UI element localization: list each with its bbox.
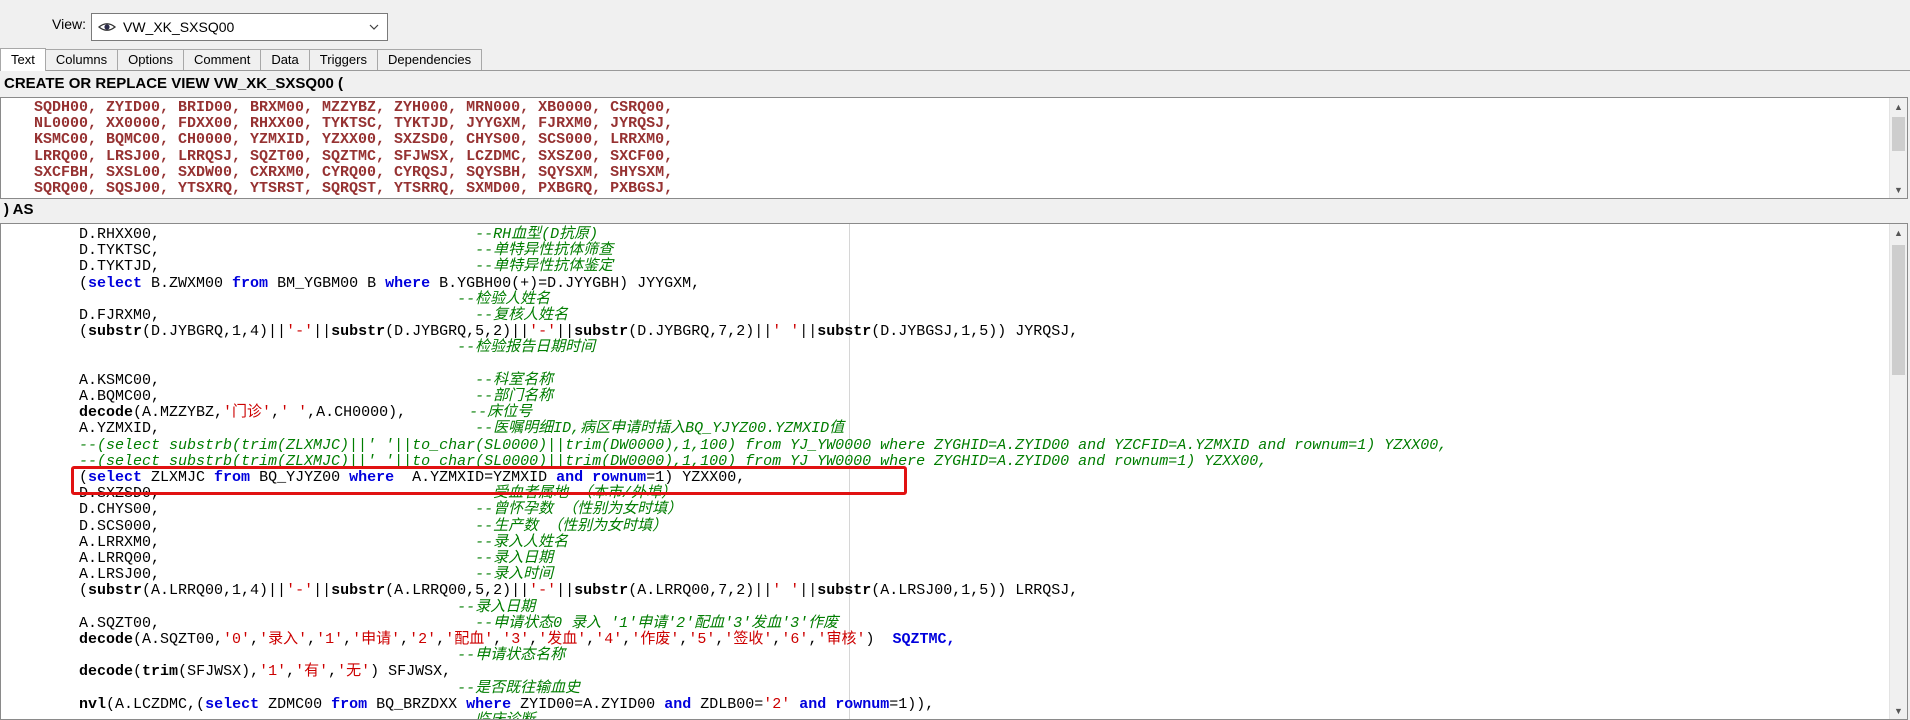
code-line: decode(A.MZZYBZ,'门诊',' ',A.CH0000), --床位… bbox=[79, 404, 533, 422]
column-line: KSMC00, BQMC00, CH0000, YZMXID, YZXX00, … bbox=[34, 131, 674, 149]
scroll-down-icon[interactable]: ▼ bbox=[1890, 181, 1907, 198]
tab-bar: Text Columns Options Comment Data Triggers Dep… bbox=[0, 48, 1910, 71]
column-line: NL0000, XX0000, FDXX00, RHXX00, TYKTSC, … bbox=[34, 115, 674, 133]
code-line: A.LRRQ00, --录入日期 bbox=[7, 550, 554, 568]
code-line: --(select substrb(trim(ZLXMJC)||' '||to_… bbox=[7, 436, 1448, 454]
create-view-header: CREATE OR REPLACE VIEW VW_XK_SXSQ00 ( bbox=[4, 75, 343, 92]
code-text: D.RHXX00, --RH血型(D抗原) D.TYKTSC, --单特异性抗体… bbox=[1, 224, 1907, 719]
code-scrollbar[interactable]: ▲ ▼ bbox=[1889, 224, 1907, 719]
tab-options[interactable]: Options bbox=[117, 49, 184, 70]
code-line: decode(trim(SFJWSX),'1','有','无') SFJWSX, bbox=[79, 663, 452, 681]
code-line: --(select substrb(trim(ZLXMJC)||' '||to_… bbox=[7, 452, 1268, 470]
columns-editor[interactable]: SQDH00, ZYID00, BRID00, BRXM00, MZZYBZ, … bbox=[0, 97, 1908, 199]
scroll-down-icon[interactable]: ▼ bbox=[1890, 702, 1907, 719]
scroll-thumb[interactable] bbox=[1892, 245, 1905, 375]
code-line: (select B.ZWXM00 from BM_YGBM00 B where … bbox=[7, 274, 701, 292]
tab-columns[interactable]: Columns bbox=[44, 49, 119, 70]
code-line: D.TYKTJD, --单特异性抗体鉴定 bbox=[7, 258, 614, 276]
code-line: D.RHXX00, --RH血型(D抗原) bbox=[7, 226, 599, 243]
tab-data[interactable]: Data bbox=[260, 49, 310, 70]
code-line: A.SQZT00, --申请状态0 录入 '1'申请'2'配血'3'发血'3'作… bbox=[7, 614, 839, 632]
tab-text[interactable]: Text bbox=[0, 48, 46, 71]
code-line: D.SCS000, --生产数 （性别为女时填） bbox=[7, 517, 668, 535]
column-line: SQDH00, ZYID00, BRID00, BRXM00, MZZYBZ, … bbox=[34, 99, 674, 116]
code-line: --录入日期 bbox=[457, 598, 536, 616]
code-line: decode(A.SQZT00,'0','录入','1','申请','2','配… bbox=[79, 631, 956, 649]
column-line: SQRQ00, SQSJ00, YTSXRQ, YTSRST, SQRQST, … bbox=[34, 180, 674, 198]
column-line: SXCFBH, SXSL00, SXDW00, CXRXM0, CYRQ00, … bbox=[34, 163, 674, 181]
code-line: (substr(A.LRRQ00,1,4)||'-'||substr(A.LRR… bbox=[7, 582, 1079, 600]
code-line: --临床诊断 bbox=[7, 712, 1907, 719]
view-combobox[interactable]: VW_XK_SXSQ00 bbox=[91, 13, 388, 41]
code-line: A.LRSJ00, --录入时间 bbox=[7, 566, 554, 584]
tab-dependencies[interactable]: Dependencies bbox=[376, 49, 483, 70]
scroll-thumb[interactable] bbox=[1892, 117, 1905, 151]
code-line: D.FJRXM0, --复核人姓名 bbox=[7, 307, 569, 325]
scroll-up-icon[interactable]: ▲ bbox=[1890, 98, 1907, 115]
code-line: A.YZMXID, --医嘱明细ID,病区申请时插入BQ_YJYZ00.YZMX… bbox=[7, 420, 845, 438]
code-line: nvl(A.LCZDMC,(select ZDMC00 from BQ_BRZD… bbox=[79, 695, 935, 713]
tab-triggers[interactable]: Triggers bbox=[308, 49, 378, 70]
column-line: LRRQ00, LRSJ00, LRRQSJ, SQZT00, SQZTMC, … bbox=[34, 147, 674, 165]
code-line: A.LRRXM0, --录入人姓名 bbox=[7, 533, 569, 551]
as-keyword: ) AS bbox=[4, 201, 34, 218]
code-editor[interactable]: D.RHXX00, --RH血型(D抗原) D.TYKTSC, --单特异性抗体… bbox=[0, 223, 1908, 720]
scroll-up-icon[interactable]: ▲ bbox=[1890, 224, 1907, 241]
view-combobox-value: VW_XK_SXSQ00 bbox=[123, 19, 235, 35]
code-line: A.KSMC00, --科室名称 bbox=[7, 371, 554, 389]
code-line: (substr(D.JYBGRQ,1,4)||'-'||substr(D.JYB… bbox=[7, 323, 1079, 341]
columns-scrollbar[interactable]: ▲ ▼ bbox=[1889, 98, 1907, 198]
tab-comment[interactable]: Comment bbox=[182, 49, 262, 70]
code-line: D.TYKTSC, --单特异性抗体筛查 bbox=[7, 242, 614, 260]
code-line: D.CHYS00, --曾怀孕数 （性别为女时填） bbox=[7, 501, 683, 519]
chevron-down-icon[interactable] bbox=[361, 14, 387, 40]
code-line: (select ZLXMJC from BQ_YJYZ00 where A.YZ… bbox=[7, 469, 746, 487]
code-line: --检验报告日期时间 bbox=[457, 339, 596, 357]
columns-text: SQDH00, ZYID00, BRID00, BRXM00, MZZYBZ, … bbox=[1, 98, 1907, 197]
code-line: A.BQMC00, --部门名称 bbox=[7, 388, 554, 406]
view-eye-icon bbox=[98, 20, 116, 34]
code-line: --检验人姓名 bbox=[457, 290, 551, 308]
view-label: View: bbox=[52, 16, 86, 32]
code-line: --是否既往输血史 bbox=[457, 679, 581, 697]
view-editor-window: View: VW_XK_SXSQ00 Text Columns Options Com… bbox=[0, 0, 1910, 720]
toolbar: View: VW_XK_SXSQ00 bbox=[0, 0, 1910, 49]
